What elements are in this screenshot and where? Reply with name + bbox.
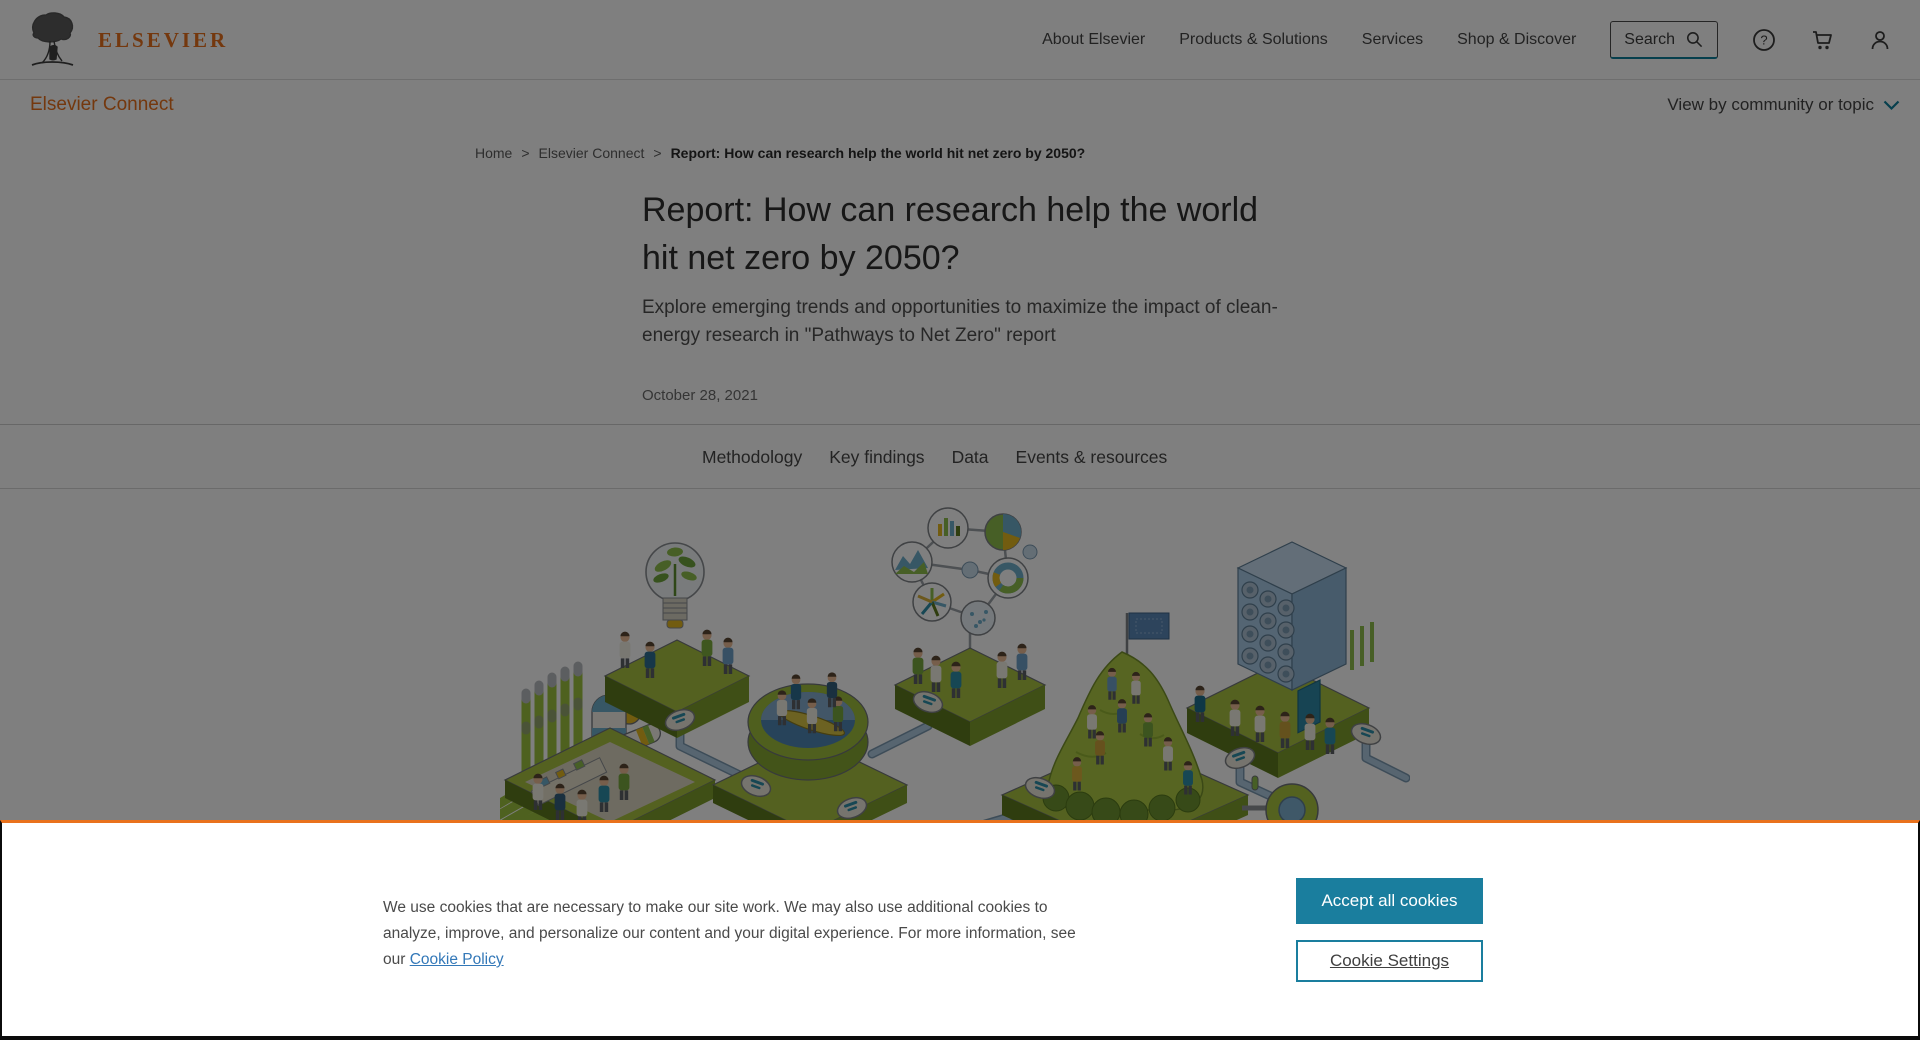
accept-all-cookies-button[interactable]: Accept all cookies [1296, 878, 1483, 924]
cookie-consent-banner: We use cookies that are necessary to mak… [0, 820, 1920, 1040]
cookie-message: We use cookies that are necessary to mak… [383, 895, 1083, 973]
cookie-settings-button[interactable]: Cookie Settings [1296, 940, 1483, 982]
cookie-policy-link[interactable]: Cookie Policy [410, 951, 504, 968]
cookie-buttons: Accept all cookies Cookie Settings [1296, 878, 1483, 982]
